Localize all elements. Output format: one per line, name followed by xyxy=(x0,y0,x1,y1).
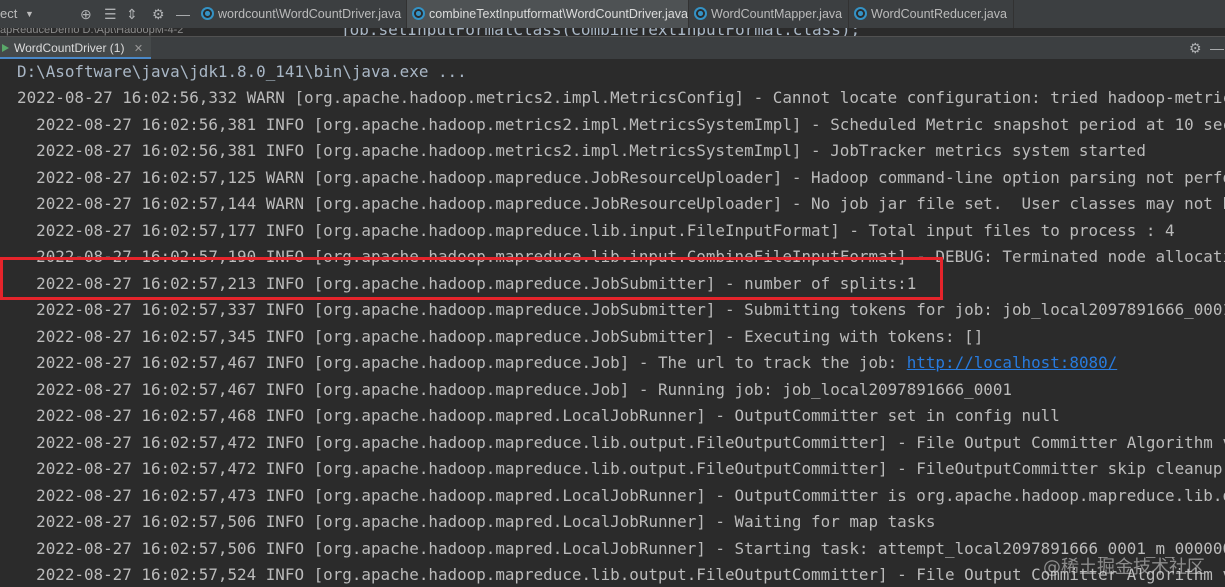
console-line: 2022-08-27 16:02:57,345 INFO [org.apache… xyxy=(17,326,984,346)
console-line: 2022-08-27 16:02:57,144 WARN [org.apache… xyxy=(17,194,1225,213)
java-class-icon xyxy=(201,7,214,20)
console-line: 2022-08-27 16:02:57,472 INFO [org.apache… xyxy=(36,459,1223,478)
project-path: apReduceDemo D:\Apt\HadoopM-4-2 xyxy=(0,28,184,36)
hide-panel-icon[interactable]: — xyxy=(1210,37,1224,59)
console-line: 2022-08-27 16:02:57,213 INFO [org.apache… xyxy=(17,273,917,293)
close-icon[interactable]: ✕ xyxy=(134,43,143,55)
console-line: 2022-08-27 16:02:57,467 INFO [org.apache… xyxy=(17,379,1012,399)
tab-label: WordCountMapper.java xyxy=(711,7,843,21)
run-tab[interactable]: WordCountDriver (1) ✕ xyxy=(0,37,152,59)
collapse-all-icon[interactable]: ☰ xyxy=(104,0,117,28)
tab-label: wordcount\WordCountDriver.java xyxy=(218,7,402,21)
tab-wordcount-driver[interactable]: wordcount\WordCountDriver.java xyxy=(196,0,407,28)
chevron-down-icon: ▼ xyxy=(25,9,34,19)
watermark: @稀土掘金技术社区 xyxy=(1043,557,1205,578)
locate-target-icon[interactable]: ⊕ xyxy=(80,0,92,28)
expand-collapse-icon[interactable]: ⇕ xyxy=(126,0,138,28)
tab-label: WordCountReducer.java xyxy=(871,7,1007,21)
gear-icon[interactable]: ⚙ xyxy=(1189,37,1202,59)
job-tracking-link[interactable]: http://localhost:8080/ xyxy=(907,353,1117,372)
project-selector-label: ect xyxy=(0,6,18,21)
run-panel-header: WordCountDriver (1) ✕ ⚙ — xyxy=(0,36,1225,60)
console-line: 2022-08-27 16:02:57,190 INFO [org.apache… xyxy=(36,247,1225,266)
tab-label: combineTextInputformat\WordCountDriver.j… xyxy=(429,7,688,21)
java-class-icon xyxy=(412,7,425,20)
console-line: 2022-08-27 16:02:56,381 INFO [org.apache… xyxy=(17,114,1225,134)
code-line: job.setInputFormatClass(CombineTextInput… xyxy=(340,28,860,36)
tab-wordcount-reducer[interactable]: WordCountReducer.java xyxy=(849,0,1014,28)
run-tab-label: WordCountDriver (1) xyxy=(14,41,125,55)
console-line: 2022-08-27 16:02:57,125 WARN [org.apache… xyxy=(17,167,1225,187)
run-config-icon xyxy=(2,44,9,52)
tab-combine-driver[interactable]: combineTextInputformat\WordCountDriver.j… xyxy=(407,0,689,28)
console-line: D:\Asoftware\java\jdk1.8.0_141\bin\java.… xyxy=(17,62,467,81)
console-line: 2022-08-27 16:02:57,467 INFO [org.apache… xyxy=(17,350,1117,376)
gear-icon[interactable]: ⚙ xyxy=(152,0,165,28)
hide-panel-icon[interactable]: — xyxy=(176,0,190,28)
java-class-icon xyxy=(854,7,867,20)
editor-peek: apReduceDemo D:\Apt\HadoopM-4-2 job.setI… xyxy=(0,28,1225,36)
console-line: 2022-08-27 16:02:56,381 INFO [org.apache… xyxy=(17,141,1146,160)
editor-tab-bar: ect ▼ ⊕ ☰ ⇕ ⚙ — wordcount\WordCountDrive… xyxy=(0,0,1225,29)
console-output[interactable]: D:\Asoftware\java\jdk1.8.0_141\bin\java.… xyxy=(0,59,1225,587)
console-line: 2022-08-27 16:02:57,472 INFO [org.apache… xyxy=(17,432,1225,452)
tab-wordcount-mapper[interactable]: WordCountMapper.java xyxy=(689,0,849,28)
console-line: 2022-08-27 16:02:57,506 INFO [org.apache… xyxy=(17,512,936,531)
console-line: 2022-08-27 16:02:57,337 INFO [org.apache… xyxy=(17,300,1225,319)
console-line-text: 2022-08-27 16:02:57,467 INFO [org.apache… xyxy=(17,353,907,372)
console-line: 2022-08-27 16:02:57,473 INFO [org.apache… xyxy=(36,485,1225,505)
console-line: 2022-08-27 16:02:56,332 WARN [org.apache… xyxy=(17,88,1225,107)
console-line: 2022-08-27 16:02:57,468 INFO [org.apache… xyxy=(17,406,1060,425)
console-line: 2022-08-27 16:02:57,177 INFO [org.apache… xyxy=(17,220,1175,240)
java-class-icon xyxy=(694,7,707,20)
